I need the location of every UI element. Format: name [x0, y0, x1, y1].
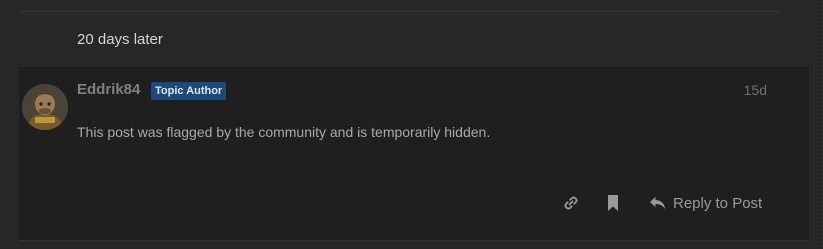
reply-to-post-button[interactable]: Reply to Post: [649, 192, 762, 214]
reply-arrow-icon: [650, 197, 665, 209]
username-link[interactable]: Eddrik84: [77, 81, 140, 98]
bookmark-button[interactable]: [606, 192, 620, 214]
top-divider: [20, 11, 780, 12]
avatar[interactable]: [22, 84, 68, 130]
topic-author-badge: Topic Author: [151, 82, 227, 100]
reply-label: Reply to Post: [673, 194, 763, 212]
post-date[interactable]: 15d: [744, 82, 767, 98]
link-icon: [564, 196, 578, 210]
post-actions: Reply to Post: [19, 192, 809, 214]
bottom-divider: [19, 240, 809, 241]
post: Eddrik84 Topic Author 15d This post was …: [19, 67, 809, 241]
time-gap-label: 20 days later: [77, 31, 163, 48]
topic-page: 20 days later Eddrik84 Topic Author 15d …: [0, 0, 823, 249]
copy-link-button[interactable]: [562, 192, 580, 214]
user-avatar-icon: [22, 84, 68, 130]
bookmark-icon: [608, 195, 618, 211]
post-body-text: This post was flagged by the community a…: [77, 124, 491, 140]
